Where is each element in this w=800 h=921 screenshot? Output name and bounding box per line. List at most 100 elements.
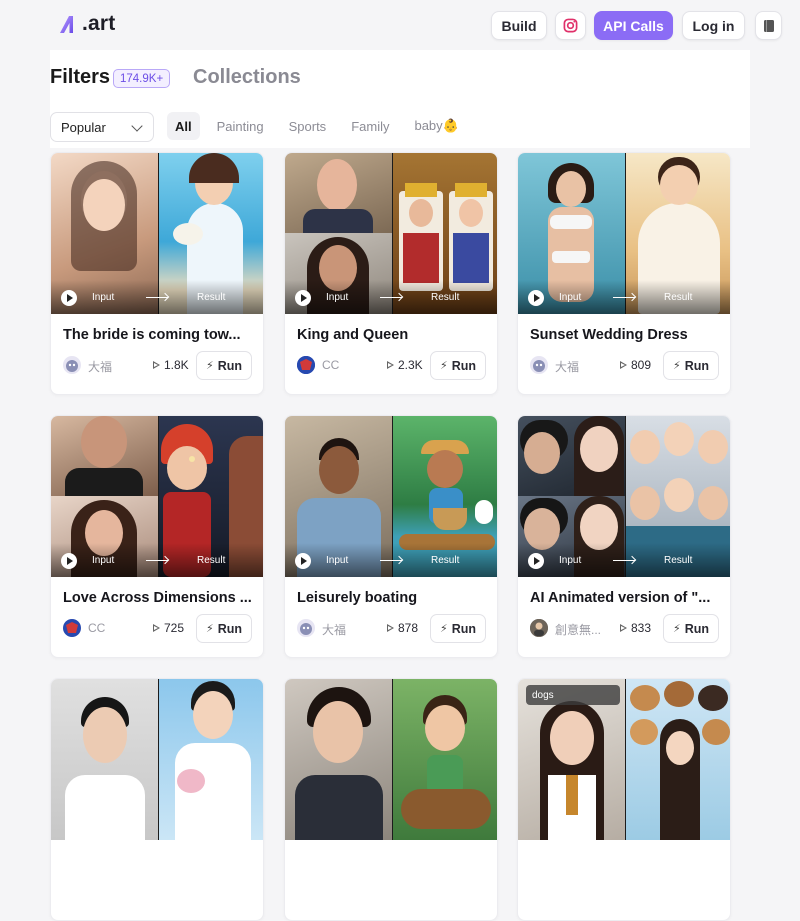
library-button[interactable] — [755, 11, 782, 40]
instagram-button[interactable] — [555, 11, 586, 40]
play-icon[interactable] — [61, 553, 77, 569]
instagram-icon — [563, 18, 578, 33]
author-name[interactable]: 大福 — [88, 358, 112, 375]
api-calls-button[interactable]: API Calls — [594, 11, 673, 40]
play-count-icon — [387, 624, 394, 632]
run-count: 2.3K — [387, 358, 423, 372]
book-icon — [763, 19, 774, 32]
filter-card[interactable]: Input Result AI Animated version of "...… — [517, 415, 731, 658]
run-button[interactable]: ⚡ Run — [196, 614, 252, 643]
run-count-value: 833 — [631, 621, 652, 635]
sort-select-value: Popular — [61, 119, 106, 135]
play-icon[interactable] — [295, 553, 311, 569]
chevron-down-icon — [131, 120, 143, 132]
run-button[interactable]: ⚡ Run — [663, 614, 719, 643]
card-thumbnail[interactable]: Input Result — [51, 416, 263, 577]
run-button-label: Run — [451, 621, 477, 636]
magic-wand-icon: ⚡ — [672, 623, 681, 635]
run-button[interactable]: ⚡ Run — [196, 351, 252, 380]
card-thumbnail[interactable]: dogs — [518, 679, 730, 840]
filter-card[interactable]: Input Result Leisurely boating 大福 878 ⚡ R… — [284, 415, 498, 658]
author-name[interactable]: 大福 — [322, 621, 346, 638]
logo-text: .art — [82, 12, 116, 35]
run-count: 809 — [620, 358, 654, 372]
card-title[interactable]: King and Queen — [297, 327, 487, 343]
magic-wand-icon: ⚡ — [439, 623, 448, 635]
result-label: Result — [431, 292, 460, 303]
author-avatar[interactable] — [297, 619, 315, 637]
arrow-right-icon — [146, 297, 168, 298]
play-icon[interactable] — [528, 290, 544, 306]
login-button[interactable]: Log in — [682, 11, 745, 40]
run-button[interactable]: ⚡ Run — [663, 351, 719, 380]
card-thumbnail[interactable]: Input Result — [285, 416, 497, 577]
run-button-label: Run — [684, 358, 710, 373]
author-name[interactable]: 創意無... — [555, 621, 601, 638]
filter-card[interactable]: Input Result King and Queen CC 2.3K ⚡ Run — [284, 152, 498, 395]
tab-family[interactable]: Family — [343, 112, 397, 140]
play-icon[interactable] — [61, 290, 77, 306]
collections-tab[interactable]: Collections — [193, 66, 301, 89]
result-label: Result — [431, 555, 460, 566]
filter-panel: Filters 174.9K+ Collections Popular All … — [50, 50, 750, 148]
card-tag: dogs — [526, 685, 620, 705]
play-count-icon — [620, 624, 627, 632]
result-image — [159, 679, 263, 840]
tab-painting[interactable]: Painting — [209, 112, 272, 140]
card-thumbnail[interactable] — [285, 679, 497, 840]
input-image — [285, 679, 392, 840]
sort-select[interactable]: Popular — [50, 112, 154, 142]
result-label: Result — [197, 292, 226, 303]
run-count-value: 878 — [398, 621, 419, 635]
filters-tab[interactable]: Filters — [50, 66, 110, 89]
card-thumbnail[interactable]: Input Result — [51, 153, 263, 314]
card-thumbnail[interactable]: Input Result — [518, 416, 730, 577]
author-avatar[interactable] — [63, 356, 81, 374]
input-label: Input — [559, 292, 582, 303]
result-label: Result — [664, 292, 693, 303]
run-count: 833 — [620, 621, 654, 635]
author-name[interactable]: CC — [88, 621, 105, 635]
input-image — [51, 679, 158, 840]
play-icon[interactable] — [528, 553, 544, 569]
author-name[interactable]: 大福 — [555, 358, 579, 375]
run-button[interactable]: ⚡ Run — [430, 351, 486, 380]
tab-baby[interactable]: baby👶 — [406, 112, 466, 140]
filter-card[interactable]: Input Result Love Across Dimensions ... … — [50, 415, 264, 658]
result-label: Result — [664, 555, 693, 566]
filter-card[interactable]: Input Result Sunset Wedding Dress 大福 809… — [517, 152, 731, 395]
logo-mark-icon — [58, 13, 80, 35]
author-name[interactable]: CC — [322, 358, 339, 372]
author-avatar[interactable] — [530, 619, 548, 637]
run-button[interactable]: ⚡ Run — [430, 614, 486, 643]
category-tabs: All Painting Sports Family baby👶 — [167, 112, 476, 140]
run-count: 1.8K — [153, 358, 189, 372]
run-count: 878 — [387, 621, 421, 635]
card-title[interactable]: Leisurely boating — [297, 590, 487, 606]
play-icon[interactable] — [295, 290, 311, 306]
tab-all[interactable]: All — [167, 112, 200, 140]
tab-sports[interactable]: Sports — [281, 112, 335, 140]
card-title[interactable]: Love Across Dimensions ... — [63, 590, 253, 606]
input-image — [51, 416, 158, 496]
card-title[interactable]: The bride is coming tow... — [63, 327, 253, 343]
card-thumbnail[interactable]: Input Result — [518, 153, 730, 314]
run-count: 725 — [153, 621, 187, 635]
result-label: Result — [197, 555, 226, 566]
input-label: Input — [92, 292, 115, 303]
run-button-label: Run — [684, 621, 710, 636]
author-avatar[interactable] — [297, 356, 315, 374]
author-avatar[interactable] — [530, 356, 548, 374]
magic-wand-icon: ⚡ — [205, 360, 214, 372]
card-thumbnail[interactable]: Input Result — [285, 153, 497, 314]
input-label: Input — [559, 555, 582, 566]
card-title[interactable]: AI Animated version of "... — [530, 590, 720, 606]
card-title[interactable]: Sunset Wedding Dress — [530, 327, 720, 343]
filter-card[interactable]: Input Result The bride is coming tow... … — [50, 152, 264, 395]
build-button[interactable]: Build — [491, 11, 547, 40]
play-count-icon — [153, 624, 160, 632]
author-avatar[interactable] — [63, 619, 81, 637]
input-label: Input — [92, 555, 115, 566]
logo[interactable]: .art — [58, 12, 115, 36]
card-thumbnail[interactable] — [51, 679, 263, 840]
